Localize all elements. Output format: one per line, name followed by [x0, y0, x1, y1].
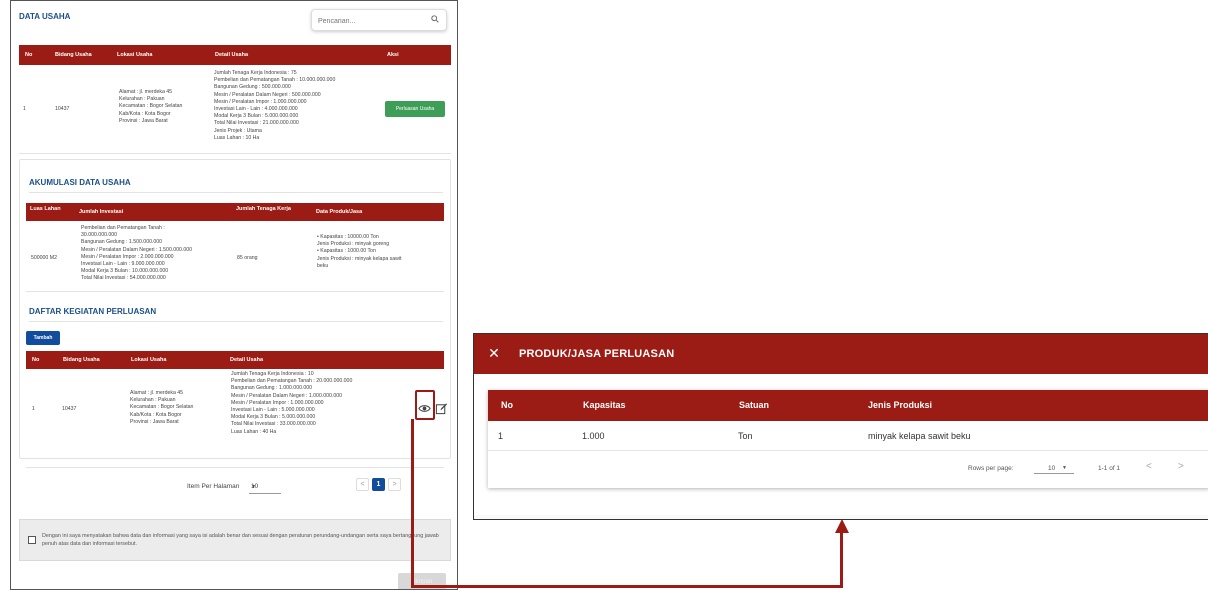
divider: [29, 192, 443, 193]
modal-pagination: Rows per page: 10 ▼ 1-1 of 1 < >: [488, 451, 1208, 488]
page-range: 1-1 of 1: [1098, 465, 1121, 472]
row-lokasi: Alamat : jl. merdeka 45 Kelurahan : Paku…: [130, 390, 194, 425]
row-luas: 500000 M2: [31, 255, 57, 261]
col-lokasi-usaha: Lokasi Usaha: [131, 357, 167, 363]
produk-jasa-modal: ✕ PRODUK/JASA PERLUASAN No Kapasitas Sat…: [473, 333, 1208, 520]
row-jenis: minyak kelapa sawit beku: [868, 431, 971, 441]
prev-page-button[interactable]: <: [356, 478, 369, 491]
perluasan-usaha-button[interactable]: Perluasan Usaha: [385, 101, 445, 117]
modal-table-header: No Kapasitas Satuan Jenis Produksi: [488, 390, 1208, 421]
next-page-button[interactable]: >: [388, 478, 401, 491]
rows-per-page-select[interactable]: 10 ▼: [1034, 463, 1074, 474]
search-input[interactable]: [312, 11, 446, 32]
modal-title: PRODUK/JASA PERLUASAN: [519, 348, 675, 360]
row-tenaga: 85 orang: [237, 255, 258, 261]
view-icon-highlight: [415, 390, 435, 420]
arrow-connector-up: [840, 531, 843, 588]
akumulasi-table-header: Luas Lahan Jumlah Investasi Jumlah Tenag…: [26, 203, 444, 221]
col-data-produk: Data Produk/Jasa: [316, 209, 363, 215]
row-lokasi: Alamat : jl. merdeka 45 Kelurahan : Paku…: [119, 89, 183, 124]
next-page-icon[interactable]: >: [1178, 461, 1184, 472]
rows-per-page-value: 10: [1048, 465, 1056, 472]
modal-header: ✕ PRODUK/JASA PERLUASAN: [474, 334, 1208, 374]
col-jumlah-investasi: Jumlah Investasi: [79, 209, 124, 215]
row-bidang: 10437: [55, 106, 70, 112]
items-per-page-select[interactable]: 10 ▼: [249, 480, 281, 494]
divider: [29, 321, 443, 322]
tambah-button[interactable]: Tambah: [26, 331, 60, 345]
row-kapasitas: 1.000: [582, 431, 605, 441]
modal-footer-bar: [474, 515, 1208, 519]
row-detail: Jumlah Tenaga Kerja Indonesia : 75 Pembe…: [214, 70, 336, 141]
rows-per-page-label: Rows per page:: [968, 465, 1014, 472]
arrow-connector-horizontal: [411, 585, 842, 588]
data-usaha-title: DATA USAHA: [19, 12, 71, 21]
consent-box: Dengan ini saya menyatakan bahwa data da…: [19, 519, 451, 561]
kegiatan-title: DAFTAR KEGIATAN PERLUASAN: [29, 307, 157, 316]
consent-text: Dengan ini saya menyatakan bahwa data da…: [42, 533, 439, 547]
col-bidang-usaha: Bidang Usaha: [63, 357, 100, 363]
row-produk: • Kapasitas : 10000.00 Ton Jenis Produks…: [317, 234, 402, 269]
row-satuan: Ton: [738, 431, 753, 441]
business-data-panel: DATA USAHA No Bidang Usaha Lokasi Usaha …: [10, 0, 458, 590]
consent-checkbox[interactable]: [28, 536, 36, 544]
row-no: 1: [32, 406, 35, 412]
col-no: No: [32, 357, 40, 363]
col-jumlah-tenaga-kerja: Jumlah Tenaga Kerja: [236, 206, 291, 213]
edit-icon[interactable]: [435, 402, 448, 415]
row-no: 1: [498, 431, 504, 441]
col-lokasi-usaha: Lokasi Usaha: [117, 52, 153, 58]
col-luas-lahan: Luas Lahan: [30, 206, 61, 213]
caret-down-icon: ▼: [251, 484, 256, 490]
row-investasi: Pembelian dan Pematangan Tanah : 30.000.…: [81, 225, 193, 282]
col-detail-usaha: Detail Usaha: [215, 52, 249, 58]
divider: [26, 467, 444, 468]
col-kapasitas: Kapasitas: [583, 400, 626, 410]
search-icon[interactable]: [431, 15, 439, 23]
col-aksi: Aksi: [387, 52, 399, 58]
col-satuan: Satuan: [739, 400, 770, 410]
caret-down-icon: ▼: [1062, 465, 1067, 471]
items-per-page-label: Item Per Halaman: [187, 483, 240, 490]
row-no: 1: [23, 106, 26, 112]
modal-table-card: No Kapasitas Satuan Jenis Produksi 1 1.0…: [488, 390, 1208, 488]
arrow-head: [835, 519, 849, 533]
page-1-button[interactable]: 1: [372, 478, 385, 491]
col-no: No: [501, 400, 513, 410]
col-jenis-produksi: Jenis Produksi: [868, 400, 933, 410]
col-detail-usaha: Detail Usaha: [230, 357, 264, 363]
table-row: 1 1.000 Ton minyak kelapa sawit beku: [488, 421, 1208, 451]
divider: [19, 153, 451, 154]
search-box[interactable]: [311, 9, 447, 32]
close-icon[interactable]: ✕: [486, 346, 502, 362]
col-bidang-usaha: Bidang Usaha: [55, 52, 92, 58]
akumulasi-title: AKUMULASI DATA USAHA: [29, 178, 131, 187]
prev-page-icon[interactable]: <: [1146, 461, 1152, 472]
data-usaha-table-header: No Bidang Usaha Lokasi Usaha Detail Usah…: [19, 45, 451, 65]
divider: [26, 291, 444, 292]
row-bidang: 10437: [62, 406, 77, 412]
kegiatan-table-header: No Bidang Usaha Lokasi Usaha Detail Usah…: [26, 351, 444, 369]
arrow-connector-vertical: [411, 419, 414, 587]
col-no: No: [25, 52, 33, 58]
row-detail: Jumlah Tenaga Kerja Indonesia : 10 Pembe…: [231, 371, 353, 435]
